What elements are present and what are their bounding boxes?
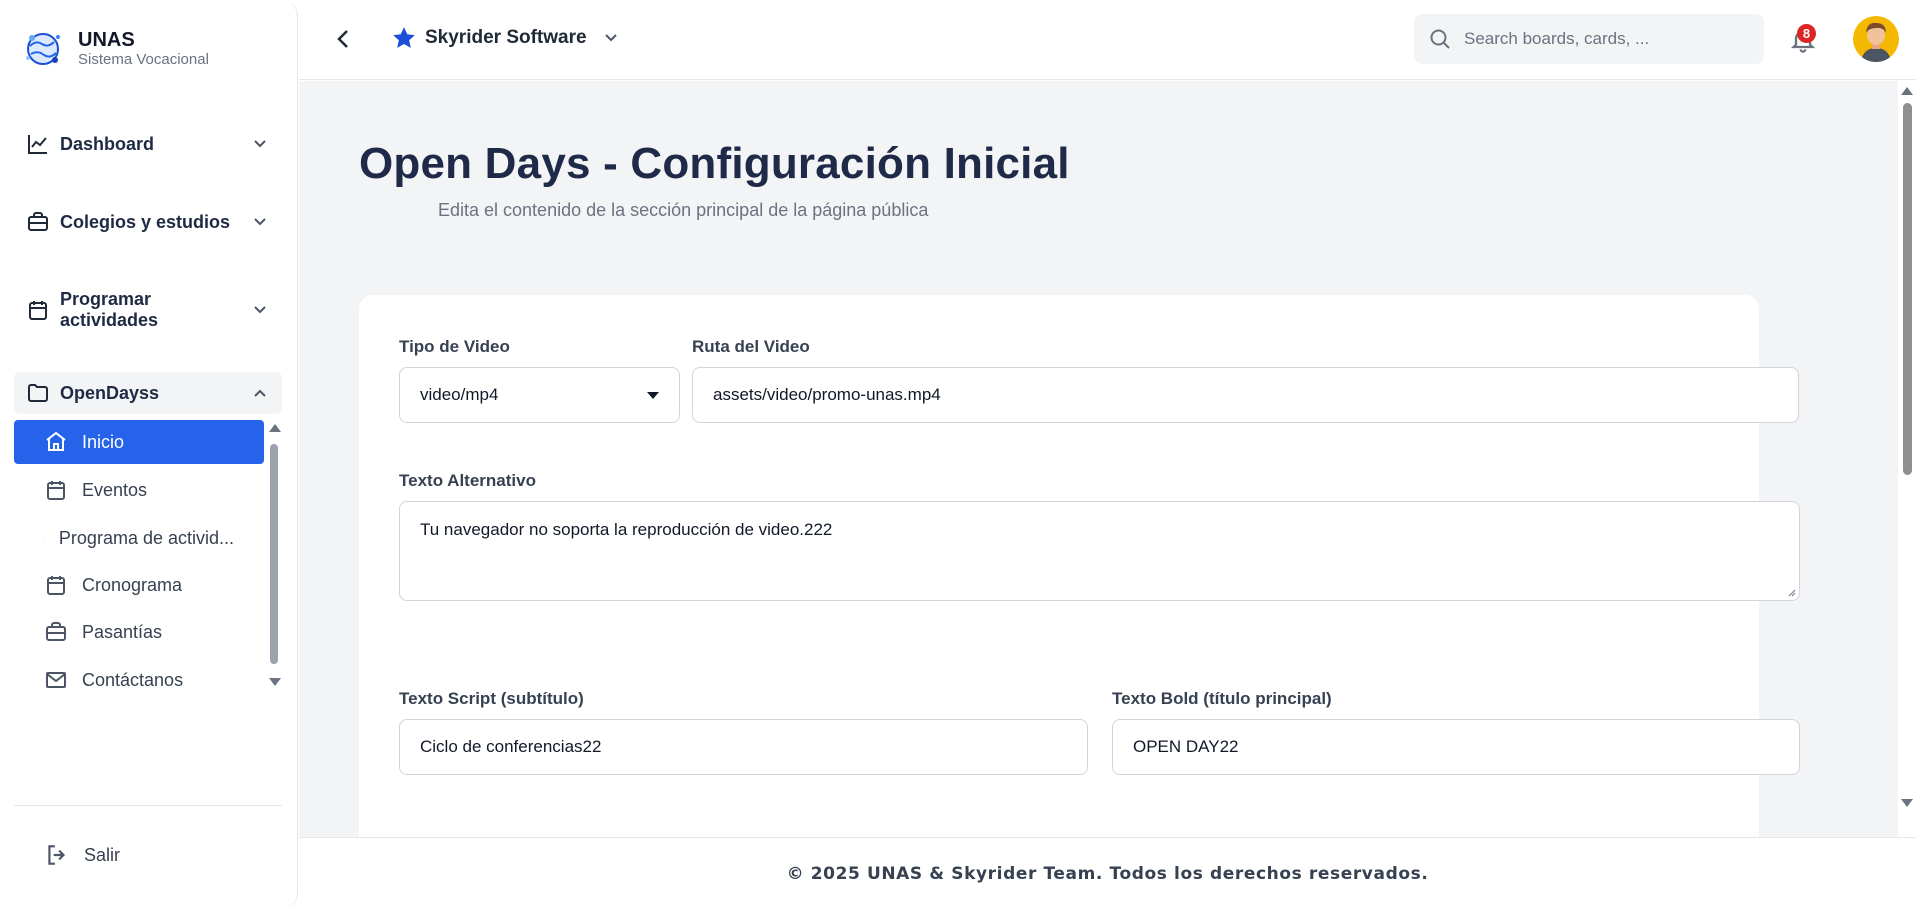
alt-text-value: Tu navegador no soporta la reproducción …: [420, 520, 833, 539]
logout-label: Salir: [84, 844, 121, 865]
chevron-down-icon: [254, 306, 266, 314]
sidebar-item-label: Eventos: [82, 479, 148, 500]
video-type-select[interactable]: video/mp4: [399, 367, 680, 423]
alt-text-label: Texto Alternativo: [399, 471, 536, 490]
top-header: Skyrider Software 8: [299, 0, 1916, 80]
logout-icon: [48, 845, 66, 865]
alt-text-textarea[interactable]: Tu navegador no soporta la reproducción …: [399, 501, 1800, 601]
user-avatar-icon: [1853, 16, 1899, 62]
main-content: Open Days - Configuración Inicial Edita …: [299, 81, 1898, 837]
back-arrow-icon[interactable]: [329, 24, 359, 54]
sidebar-group-programar[interactable]: Programar actividades: [14, 289, 282, 331]
chat-icon: [44, 537, 45, 539]
workspace-name: Skyrider Software: [425, 27, 587, 48]
sidebar-group-label: Dashboard: [60, 133, 155, 154]
sidebar-group-colegios[interactable]: Colegios y estudios: [14, 201, 282, 243]
chevron-down-icon: [254, 140, 266, 148]
script-text-value: Ciclo de conferencias22: [420, 737, 602, 756]
briefcase-icon: [28, 212, 48, 231]
folder-icon: [28, 384, 48, 402]
scroll-thumb[interactable]: [270, 444, 278, 664]
workspace-selector[interactable]: Skyrider Software: [391, 25, 621, 51]
scroll-down-arrow-icon[interactable]: [269, 678, 281, 686]
sidebar-item-label: Pasantías: [82, 621, 163, 642]
config-form-card: Tipo de Video video/mp4 Ruta del Video a…: [359, 295, 1800, 837]
brand[interactable]: UNAS Sistema Vocacional: [22, 28, 209, 70]
video-path-label: Ruta del Video: [692, 337, 810, 356]
sidebar: UNAS Sistema Vocacional Dashboard Colegi…: [0, 0, 298, 909]
sidebar-item-eventos[interactable]: Eventos: [14, 468, 264, 512]
calendar-icon: [29, 301, 47, 320]
page-title: Open Days - Configuración Inicial: [359, 139, 1070, 188]
video-type-value: video/mp4: [420, 385, 499, 404]
sidebar-group-opendayss[interactable]: OpenDayss: [14, 372, 282, 414]
main-scrollbar[interactable]: [1898, 81, 1916, 837]
sidebar-item-cronograma[interactable]: Cronograma: [14, 563, 264, 607]
chevron-up-icon: [254, 389, 266, 397]
sidebar-divider: [14, 805, 282, 806]
star-icon: [393, 27, 415, 48]
bold-text-value: OPEN DAY22: [1133, 737, 1239, 756]
bold-text-input[interactable]: OPEN DAY22: [1112, 719, 1800, 775]
video-type-label: Tipo de Video: [399, 337, 510, 356]
footer-copyright: © 2025 UNAS & Skyrider Team. Todos los d…: [786, 863, 1429, 884]
footer: © 2025 UNAS & Skyrider Team. Todos los d…: [299, 837, 1916, 909]
scroll-up-arrow-icon[interactable]: [269, 424, 281, 432]
search-box[interactable]: [1414, 14, 1764, 64]
sidebar-group-dashboard[interactable]: Dashboard: [14, 123, 282, 165]
sidebar-item-pasantias[interactable]: Pasantías: [14, 610, 264, 654]
video-path-value: assets/video/promo-unas.mp4: [713, 385, 941, 404]
brand-subtitle: Sistema Vocacional: [78, 51, 209, 68]
caret-down-icon: [647, 391, 659, 399]
sidebar-item-label: Contáctanos: [82, 669, 184, 690]
briefcase-icon: [46, 622, 66, 641]
bold-text-label: Texto Bold (título principal): [1112, 689, 1332, 708]
sidebar-scrollbar[interactable]: [268, 424, 281, 692]
chevron-down-icon: [254, 218, 266, 226]
resize-handle-icon[interactable]: [1786, 587, 1796, 597]
sidebar-group-label: OpenDayss: [60, 382, 160, 403]
sidebar-item-inicio[interactable]: Inicio: [14, 420, 264, 464]
sidebar-item-label: Programa de activid...: [58, 527, 234, 548]
sidebar-item-contactanos[interactable]: Contáctanos: [14, 658, 264, 702]
chart-line-icon: [28, 135, 47, 154]
sidebar-group-label: Programar actividades: [60, 289, 159, 330]
globe-logo-icon: [26, 33, 60, 65]
notification-badge: 8: [1797, 24, 1816, 43]
sidebar-item-label: Cronograma: [82, 574, 183, 595]
logout-button[interactable]: Salir: [44, 842, 120, 868]
video-path-input[interactable]: assets/video/promo-unas.mp4: [692, 367, 1799, 423]
calendar-icon: [47, 576, 65, 595]
script-text-input[interactable]: Ciclo de conferencias22: [399, 719, 1088, 775]
mail-icon: [46, 672, 66, 688]
page-subtitle: Edita el contenido de la sección princip…: [438, 200, 929, 220]
search-input[interactable]: [1464, 29, 1744, 49]
home-icon: [46, 431, 66, 451]
brand-name: UNAS: [78, 29, 135, 51]
calendar-icon: [47, 481, 65, 500]
search-icon: [1430, 29, 1450, 49]
sidebar-group-label: Colegios y estudios: [60, 211, 231, 232]
avatar[interactable]: [1853, 16, 1899, 62]
scroll-down-arrow-icon[interactable]: [1901, 799, 1913, 807]
scroll-up-arrow-icon[interactable]: [1901, 87, 1913, 95]
sidebar-item-programa[interactable]: Programa de activid...: [14, 516, 264, 560]
sidebar-item-label: Inicio: [82, 431, 125, 452]
scroll-thumb[interactable]: [1903, 103, 1912, 475]
chevron-down-icon: [604, 34, 617, 42]
script-text-label: Texto Script (subtítulo): [399, 689, 584, 708]
